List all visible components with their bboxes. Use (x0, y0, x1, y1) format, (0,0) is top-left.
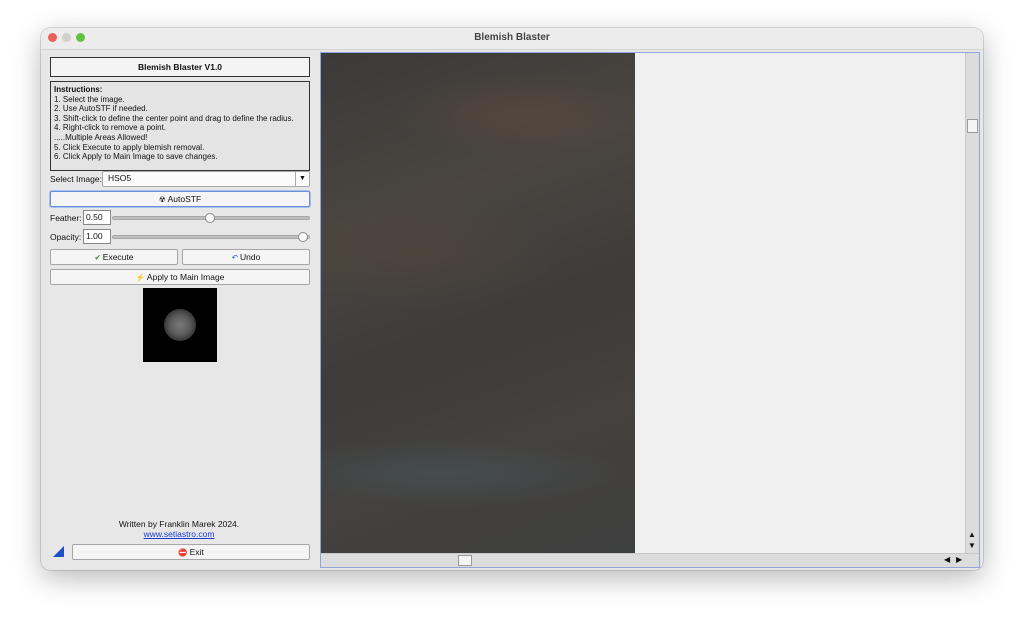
instruction-line: 2. Use AutoSTF if needed. (54, 104, 148, 114)
instruction-line: 1. Select the image. (54, 94, 125, 104)
image-viewer[interactable]: ▲ ▼ ◀ ▶ (320, 52, 980, 568)
instruction-line: .....Multiple Areas Allowed! (54, 132, 148, 142)
opacity-slider-track[interactable] (112, 235, 310, 239)
credit-text: Written by Franklin Marek 2024. (118, 519, 240, 529)
image-canvas[interactable] (321, 53, 635, 553)
autostf-button[interactable]: ☢ AutoSTF (50, 191, 310, 207)
lightning-icon: ⚡ (135, 273, 145, 282)
radiation-icon: ☢ (158, 195, 166, 204)
autostf-label: AutoSTF (167, 194, 202, 204)
scroll-right-icon[interactable]: ▶ (956, 555, 962, 564)
app-window: Blemish Blaster Blemish Blaster V1.0 Ins… (41, 28, 983, 570)
undo-arrow-icon: ↶ (231, 253, 238, 262)
vertical-scrollbar[interactable]: ▲ ▼ (965, 53, 979, 553)
scroll-up-icon[interactable]: ▲ (968, 530, 976, 539)
chevron-down-icon: ▼ (295, 172, 309, 186)
instructions-header: Instructions: (54, 85, 103, 94)
feather-slider-handle[interactable] (205, 213, 215, 223)
select-image-label: Select Image: (50, 174, 102, 184)
select-image-value: HSO5 (108, 173, 132, 183)
feather-label: Feather: (50, 213, 82, 223)
instruction-line: 5. Click Execute to apply blemish remova… (54, 142, 205, 152)
opacity-slider-handle[interactable] (298, 232, 308, 242)
scroll-left-icon[interactable]: ◀ (944, 555, 950, 564)
window-title: Blemish Blaster (474, 32, 550, 43)
stop-icon: ⛔ (178, 548, 188, 557)
opacity-input[interactable]: 1.00 (83, 229, 111, 244)
opacity-label: Opacity: (50, 232, 82, 242)
instruction-line: 3. Shift-click to define the center poin… (54, 113, 294, 123)
brush-falloff-preview (164, 309, 196, 341)
undo-label: Undo (239, 252, 261, 262)
title-bar: Blemish Blaster (41, 28, 983, 50)
feather-input[interactable]: 0.50 (83, 210, 111, 225)
instruction-line: 6. Click Apply to Main Image to save cha… (54, 152, 218, 162)
credit-link-row: www.setiastro.com (50, 529, 308, 539)
exit-label: Exit (189, 547, 204, 557)
execute-label: Execute (102, 252, 134, 262)
brush-preview (143, 288, 217, 362)
panel-title: Blemish Blaster V1.0 (50, 57, 310, 77)
scroll-down-icon[interactable]: ▼ (968, 541, 976, 550)
execute-button[interactable]: ✔ Execute (50, 249, 178, 265)
apply-label: Apply to Main Image (146, 272, 225, 282)
select-image-dropdown[interactable]: HSO5 ▼ (102, 171, 310, 187)
undo-button[interactable]: ↶ Undo (182, 249, 310, 265)
instructions-box: Instructions: 1. Select the image. 2. Us… (50, 81, 310, 171)
checkmark-icon: ✔ (94, 253, 101, 262)
instruction-line: 4. Right-click to remove a point. (54, 123, 167, 133)
apply-to-main-image-button[interactable]: ⚡ Apply to Main Image (50, 269, 310, 285)
exit-button[interactable]: ⛔ Exit (72, 544, 310, 560)
horizontal-scrollbar[interactable]: ◀ ▶ (321, 553, 979, 567)
app-logo-icon (53, 546, 64, 557)
vertical-scroll-thumb[interactable] (967, 119, 978, 133)
website-link[interactable]: www.setiastro.com (144, 529, 215, 539)
horizontal-scroll-thumb[interactable] (458, 555, 472, 566)
